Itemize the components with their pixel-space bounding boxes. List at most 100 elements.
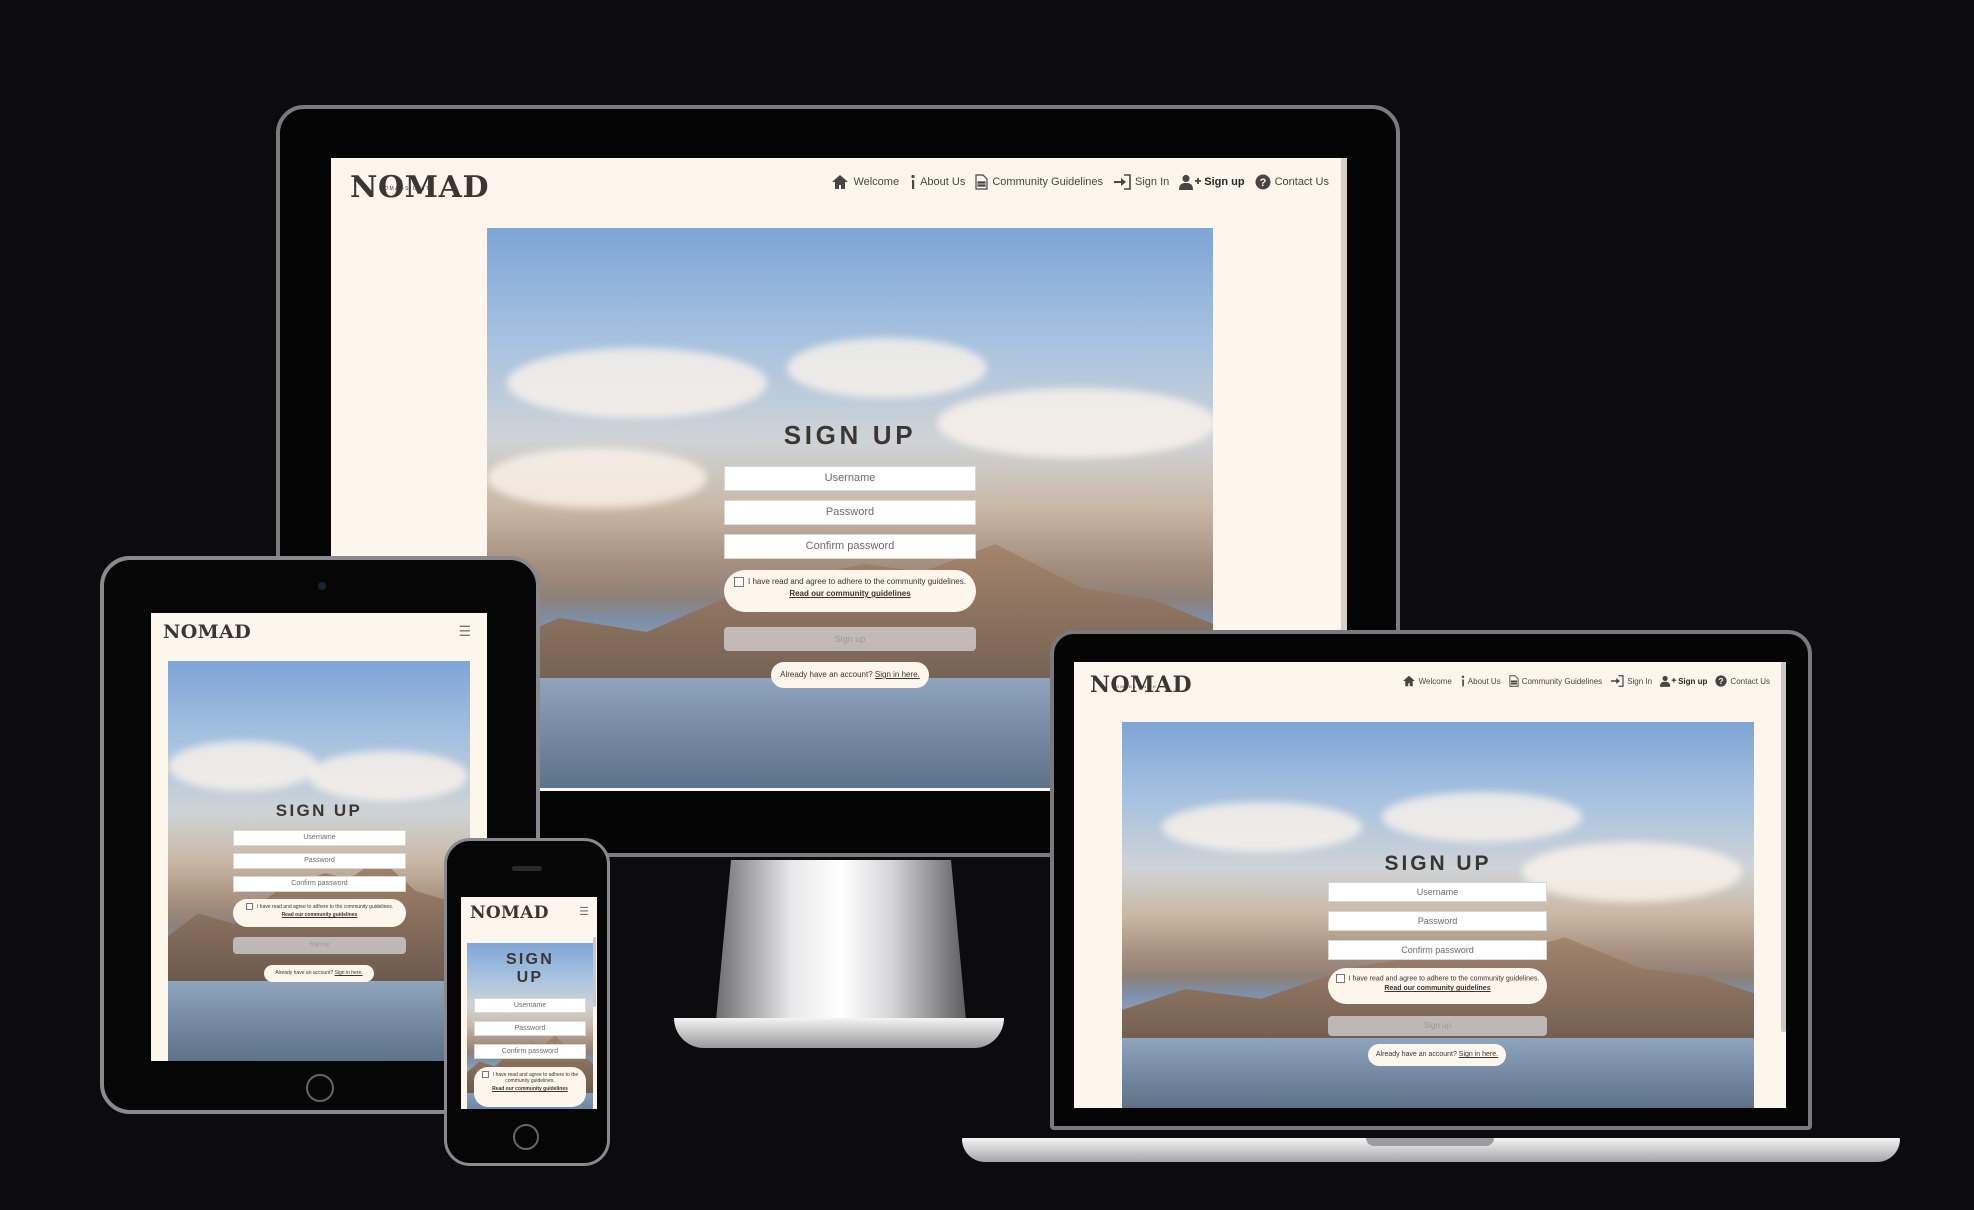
nav-signin-label: Sign In: [1135, 176, 1170, 188]
nav-about-label: About Us: [1467, 676, 1501, 686]
username-input[interactable]: Username: [233, 830, 406, 846]
guidelines-link[interactable]: Read our community guidelines: [233, 912, 406, 918]
agree-text: I have read and agree to adhere to the c…: [492, 1071, 579, 1084]
nav-signup[interactable]: Sign up: [1660, 675, 1707, 687]
tablet-home-button: [306, 1074, 334, 1102]
username-input[interactable]: Username: [1328, 882, 1547, 902]
confirm-password-input[interactable]: Confirm password: [1328, 940, 1547, 960]
agree-checkbox[interactable]: [734, 577, 745, 587]
nav-contact-label: Contact Us: [1730, 676, 1770, 686]
agree-text: I have read and agree to adhere to the c…: [748, 577, 966, 587]
agree-checkbox[interactable]: [245, 903, 253, 910]
confirm-password-input[interactable]: Confirm password: [233, 876, 406, 892]
agree-checkbox[interactable]: [1335, 974, 1345, 983]
password-input[interactable]: Password: [474, 1021, 586, 1036]
nav-welcome[interactable]: Welcome: [1402, 675, 1452, 687]
signup-title: SIGN UP: [783, 420, 917, 450]
tablet-camera: [318, 582, 326, 590]
nav-guidelines[interactable]: Community Guidelines: [1509, 675, 1602, 687]
signup-title: SIGN UP: [275, 801, 363, 820]
svg-text:?: ?: [1259, 177, 1266, 189]
phone-screen: NOMAD ☰ SIGN UP Username Password Confir…: [461, 897, 597, 1109]
guidelines-agreement: I have read and agree to adhere to the c…: [724, 570, 976, 612]
sign-in-icon: [1611, 675, 1624, 687]
brand-tagline: NOMADS UNITE: [1112, 684, 1158, 689]
nav-contact[interactable]: ? Contact Us: [1715, 675, 1770, 687]
page-scrollbar[interactable]: [1781, 662, 1786, 1032]
signup-button[interactable]: Sign up: [724, 627, 976, 651]
already-text: Already have an account?: [1375, 1051, 1457, 1058]
page-scrollbar[interactable]: [593, 937, 596, 1007]
signin-link[interactable]: Sign in here.: [1459, 1051, 1498, 1058]
hamburger-icon[interactable]: ☰: [458, 623, 471, 640]
brand-logo[interactable]: NOMAD: [163, 621, 251, 643]
monitor-base: [674, 1018, 1004, 1048]
password-input[interactable]: Password: [724, 500, 976, 525]
confirm-password-input[interactable]: Confirm password: [474, 1044, 586, 1059]
info-icon: [911, 174, 915, 189]
phone-home-button: [513, 1124, 539, 1150]
guidelines-agreement: I have read and agree to adhere to the c…: [1328, 968, 1547, 1004]
question-icon: ?: [1255, 174, 1271, 190]
username-input[interactable]: Username: [474, 998, 586, 1013]
nav-signin[interactable]: Sign In: [1113, 174, 1169, 190]
nav-guidelines-label: Community Guidelines: [1521, 676, 1603, 686]
signup-button[interactable]: Sign up: [1328, 1016, 1547, 1036]
sign-in-icon: [1114, 174, 1131, 190]
nav-signin-label: Sign In: [1627, 676, 1653, 686]
brand-tagline: NOMADS UNITE: [379, 186, 436, 192]
document-icon: [975, 174, 988, 190]
user-plus-icon: [1660, 675, 1677, 687]
already-text: Already have an account?: [275, 970, 334, 976]
tablet-screen: NOMAD ☰ SIGN UP Username Password Confir…: [151, 613, 487, 1061]
signup-title-line1: SIGN: [505, 951, 555, 968]
nav-signup[interactable]: Sign up: [1179, 174, 1245, 190]
agree-checkbox[interactable]: [481, 1071, 489, 1078]
hamburger-icon[interactable]: ☰: [579, 905, 589, 918]
brand-logo[interactable]: NOMAD: [470, 903, 549, 923]
nav-about-label: About Us: [920, 176, 966, 188]
nav-welcome-label: Welcome: [1418, 676, 1452, 686]
already-account: Already have an account? Sign in here.: [771, 662, 929, 688]
main-nav: Welcome About Us Community Guidelines Si…: [831, 174, 1329, 190]
phone-speaker: [512, 866, 542, 871]
svg-text:?: ?: [1719, 677, 1724, 686]
nav-about[interactable]: About Us: [909, 174, 965, 190]
home-icon: [1402, 675, 1415, 687]
guidelines-link[interactable]: Read our community guidelines: [724, 589, 976, 598]
nav-guidelines[interactable]: Community Guidelines: [975, 174, 1103, 190]
hero-image: SIGN UP Username Password Confirm passwo…: [168, 661, 470, 1061]
nav-guidelines-label: Community Guidelines: [992, 176, 1103, 188]
nav-contact[interactable]: ? Contact Us: [1255, 174, 1329, 190]
signup-title-line2: UP: [516, 969, 544, 986]
document-icon: [1509, 675, 1519, 687]
already-text: Already have an account?: [780, 670, 873, 679]
nav-contact-label: Contact Us: [1274, 176, 1329, 188]
confirm-password-input[interactable]: Confirm password: [724, 534, 976, 559]
already-account: Already have an account? Sign in here.: [264, 965, 374, 982]
guidelines-link[interactable]: Read our community guidelines: [480, 1086, 580, 1092]
already-account: Already have an account? Sign in here.: [1368, 1044, 1506, 1066]
nav-welcome[interactable]: Welcome: [831, 174, 899, 190]
nav-welcome-label: Welcome: [853, 176, 900, 188]
laptop-screen: NOMAD NOMADS UNITE Welcome About Us Comm…: [1074, 662, 1786, 1108]
home-icon: [832, 175, 849, 189]
guidelines-link[interactable]: Read our community guidelines: [1328, 985, 1547, 992]
info-icon: [1461, 675, 1464, 687]
nav-about[interactable]: About Us: [1460, 675, 1501, 687]
monitor-stand: [716, 860, 966, 1021]
hero-image: SIGN UP Username Password Confirm passwo…: [1122, 722, 1754, 1108]
hero-image: SIGN UP Username Password Confirm passwo…: [467, 943, 593, 1109]
nav-signin[interactable]: Sign In: [1610, 675, 1652, 687]
nav-signup-label: Sign up: [1204, 176, 1245, 188]
password-input[interactable]: Password: [1328, 911, 1547, 931]
username-input[interactable]: Username: [724, 466, 976, 491]
signin-link[interactable]: Sign in here.: [335, 970, 363, 976]
agree-text: I have read and agree to adhere to the c…: [1348, 975, 1540, 983]
main-nav: Welcome About Us Community Guidelines Si…: [1402, 675, 1770, 687]
password-input[interactable]: Password: [233, 853, 406, 869]
signin-link[interactable]: Sign in here.: [875, 670, 920, 679]
signup-title: SIGN UP: [1384, 852, 1492, 875]
signup-button[interactable]: Sign up: [233, 937, 406, 954]
question-icon: ?: [1715, 675, 1728, 687]
